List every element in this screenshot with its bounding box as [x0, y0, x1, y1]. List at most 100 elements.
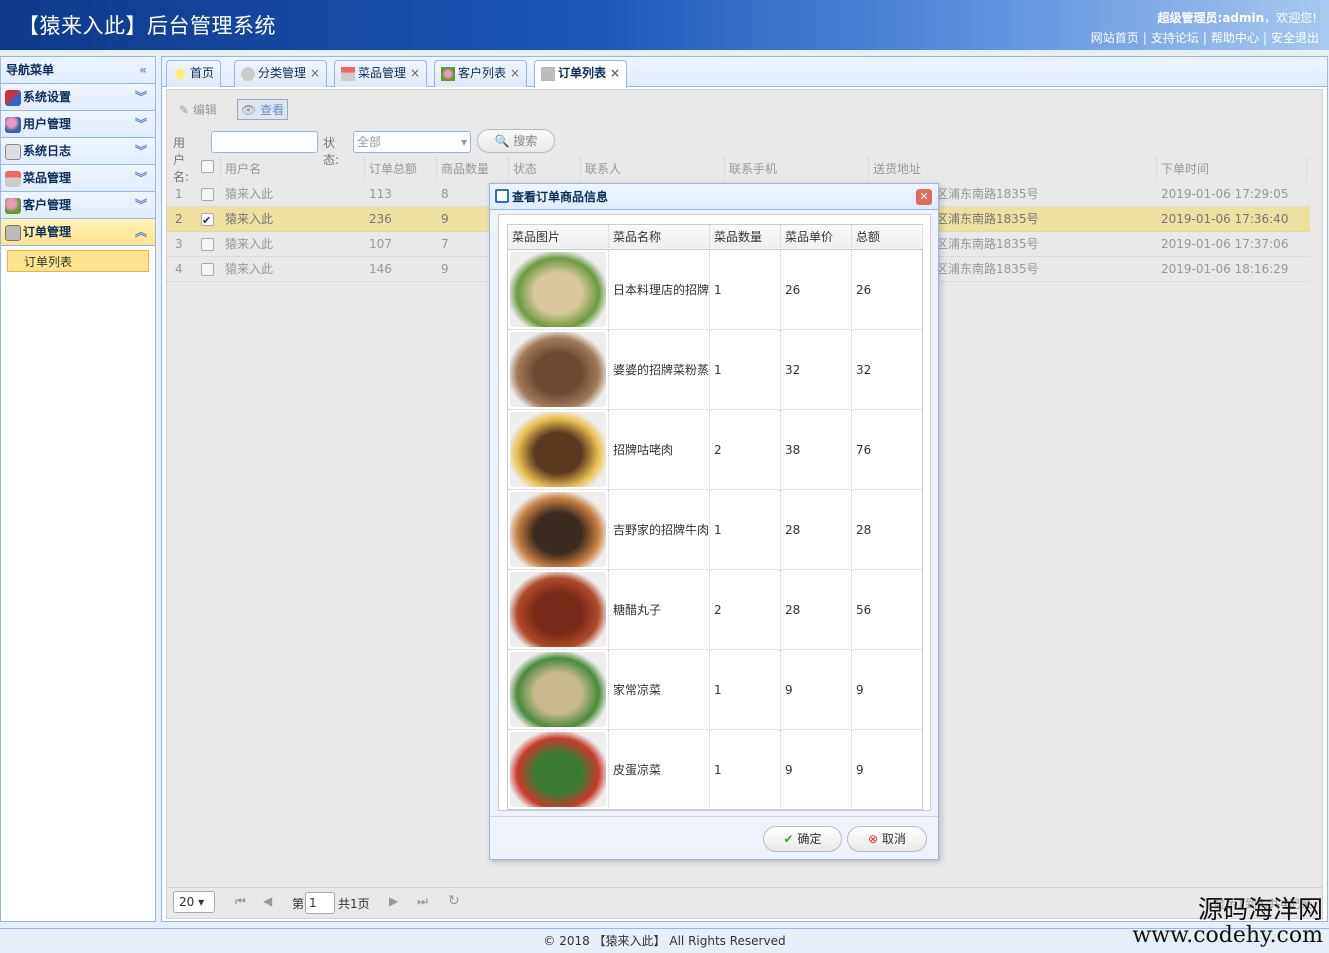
- dish-cell: 婆婆的招牌菜粉蒸: [609, 330, 710, 410]
- sidebar-item-orders[interactable]: 订单管理 ︽: [1, 219, 155, 246]
- top-links: 网站首页 | 支持论坛 | 帮助中心 | 安全退出: [1090, 31, 1319, 45]
- check-icon: ✔: [783, 832, 794, 846]
- collapse-icon[interactable]: «: [139, 57, 147, 84]
- list-item: 皮蛋凉菜 1 9 9: [508, 730, 923, 810]
- link-logout[interactable]: 安全退出: [1271, 31, 1319, 45]
- grid-header[interactable]: 订单总额: [365, 157, 437, 182]
- close-icon[interactable]: ×: [410, 66, 420, 80]
- bulb-icon: [173, 66, 187, 81]
- username-input[interactable]: [211, 131, 318, 153]
- link-forum[interactable]: 支持论坛: [1151, 31, 1199, 45]
- category-icon: [241, 66, 255, 81]
- status-select[interactable]: 全部 ▾: [353, 131, 471, 153]
- dialog-header: 菜品图片: [508, 225, 609, 250]
- grid-header[interactable]: 联系人: [581, 157, 725, 182]
- dish-cell: 1: [710, 330, 781, 410]
- food-photo: [510, 412, 606, 487]
- tab-dishes[interactable]: 菜品管理 ×: [334, 60, 428, 87]
- dish-cell: 1: [710, 250, 781, 330]
- dish-cell: 32: [781, 330, 852, 410]
- tools-icon: [5, 89, 21, 106]
- welcome-text: 超级管理员:admin，欢迎您!: [1157, 11, 1317, 25]
- cart-icon: [541, 66, 555, 81]
- food-photo: [510, 252, 606, 327]
- tab-home[interactable]: 首页: [166, 60, 222, 87]
- chevron-down-icon: ︾: [134, 198, 147, 212]
- dialog-header: 总额: [852, 225, 923, 250]
- edit-button[interactable]: ✎ 编辑: [179, 101, 217, 118]
- dialog-title-bar: 查看订单商品信息 ✕: [490, 184, 938, 210]
- list-item: 日本料理店的招牌 1 26 26: [508, 250, 923, 330]
- select-all-checkbox[interactable]: [201, 160, 214, 173]
- dish-cell: 28: [781, 490, 852, 570]
- tab-customers[interactable]: 客户列表 ×: [434, 60, 528, 87]
- tab-orders[interactable]: 订单列表 ×: [534, 60, 628, 88]
- sidebar-item-system[interactable]: 系统设置 ︾: [1, 84, 155, 111]
- tab-category[interactable]: 分类管理 ×: [234, 60, 328, 87]
- dish-cell: 28: [852, 490, 923, 570]
- close-icon[interactable]: ×: [610, 66, 620, 80]
- dialog-header: 菜品名称: [609, 225, 710, 250]
- dish-cell: 9: [852, 650, 923, 730]
- dish-cell: 1: [710, 650, 781, 730]
- list-item: 吉野家的招牌牛肉 1 28 28: [508, 490, 923, 570]
- next-page-icon[interactable]: ▶: [389, 894, 398, 908]
- sidebar-item-customers[interactable]: 客户管理 ︾: [1, 192, 155, 219]
- sidebar-item-users[interactable]: 用户管理 ︾: [1, 111, 155, 138]
- link-help[interactable]: 帮助中心: [1211, 31, 1259, 45]
- sidebar-item-dishes[interactable]: 菜品管理 ︾: [1, 165, 155, 192]
- grid-header[interactable]: 状态: [509, 157, 581, 182]
- search-button[interactable]: 🔍 搜索: [477, 129, 555, 153]
- chevron-up-icon: ︽: [134, 225, 147, 239]
- watermark: 源码海洋网 www.codehy.com: [1132, 895, 1323, 948]
- ok-button[interactable]: ✔ 确定: [763, 826, 842, 852]
- list-item: 家常凉菜 1 9 9: [508, 650, 923, 730]
- sidebar-subitem-order-list[interactable]: 订单列表: [7, 250, 149, 272]
- dish-image: [508, 410, 609, 490]
- food-photo: [510, 572, 606, 647]
- dish-cell: 招牌咕咾肉: [609, 410, 710, 490]
- grid-header[interactable]: 下单时间: [1157, 157, 1307, 182]
- app-title: 【猿来入此】后台管理系统: [18, 14, 276, 38]
- prev-page-icon[interactable]: ◀: [263, 894, 272, 908]
- dish-cell: 9: [781, 730, 852, 810]
- dish-cell: 家常凉菜: [609, 650, 710, 730]
- row-checkbox[interactable]: [201, 208, 214, 232]
- row-checkbox[interactable]: [201, 263, 214, 276]
- dish-cell: 吉野家的招牌牛肉: [609, 490, 710, 570]
- grid-header[interactable]: 商品数量: [437, 157, 509, 182]
- grid-header[interactable]: 用户名: [221, 157, 365, 182]
- refresh-icon[interactable]: ↻: [448, 893, 460, 909]
- cancel-icon: ⊗: [868, 832, 879, 846]
- page-input[interactable]: 1: [305, 892, 335, 914]
- dish-image: [508, 570, 609, 650]
- dish-cell: 9: [781, 650, 852, 730]
- page-size-select[interactable]: 20 ▾: [173, 891, 215, 913]
- footer: © 2018 【猿来入此】 All Rights Reserved: [0, 928, 1329, 952]
- last-page-icon[interactable]: ⏭: [417, 894, 428, 909]
- dialog-body: 菜品图片 菜品名称 菜品数量 菜品单价 总额 日本料理店的招牌 1 26 26 婆婆的招…: [498, 214, 931, 811]
- cancel-button[interactable]: ⊗ 取消: [847, 826, 927, 852]
- first-page-icon[interactable]: ⏮: [235, 894, 246, 909]
- dish-icon: [5, 170, 21, 187]
- order-items-grid: 菜品图片 菜品名称 菜品数量 菜品单价 总额 日本料理店的招牌 1 26 26 婆婆的招…: [507, 224, 923, 810]
- close-icon[interactable]: ✕: [916, 189, 932, 205]
- dish-cell: 76: [852, 410, 923, 490]
- customer-icon: [441, 66, 455, 81]
- close-icon[interactable]: ×: [310, 66, 320, 80]
- row-checkbox[interactable]: [201, 188, 214, 201]
- grid-header[interactable]: 送货地址: [869, 157, 1157, 182]
- row-checkbox[interactable]: [201, 238, 214, 251]
- grid-header[interactable]: 联系手机: [725, 157, 869, 182]
- sidebar-item-log[interactable]: 系统日志 ︾: [1, 138, 155, 165]
- list-item: 招牌咕咾肉 2 38 76: [508, 410, 923, 490]
- close-icon[interactable]: ×: [510, 66, 520, 80]
- chevron-down-icon: ︾: [134, 117, 147, 131]
- view-button[interactable]: 👁 查看: [237, 99, 289, 120]
- username-label: 用户名:: [173, 136, 190, 184]
- chevron-down-icon: ︾: [134, 144, 147, 158]
- dish-cell: 2: [710, 410, 781, 490]
- link-home[interactable]: 网站首页: [1091, 31, 1139, 45]
- list-item: 婆婆的招牌菜粉蒸 1 32 32: [508, 330, 923, 410]
- dish-image: [508, 250, 609, 330]
